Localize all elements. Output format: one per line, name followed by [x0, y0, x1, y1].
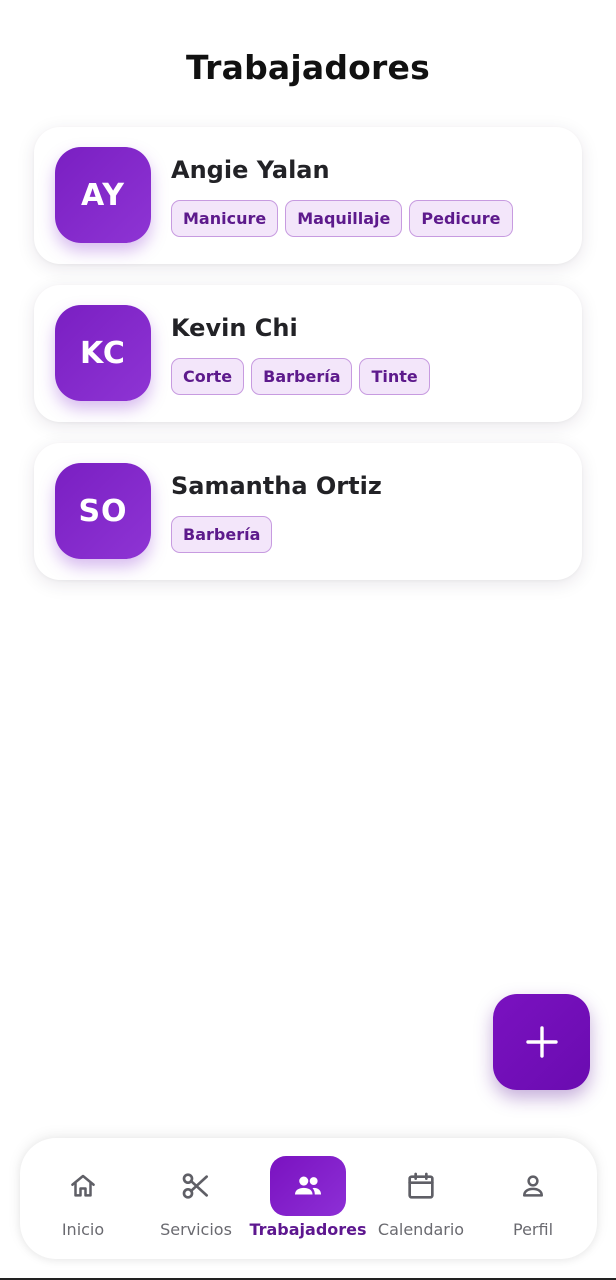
nav-item-servicios[interactable]: Servicios [138, 1156, 254, 1246]
nav-item-calendario[interactable]: Calendario [363, 1156, 479, 1246]
service-tag: Barbería [251, 358, 353, 395]
nav-label: Inicio [61, 1220, 105, 1239]
nav-label: Servicios [160, 1220, 232, 1239]
tag-row: Corte Barbería Tinte [171, 358, 430, 395]
service-tag: Tinte [359, 358, 430, 395]
plus-icon [525, 1026, 558, 1058]
nav-item-perfil[interactable]: Perfil [475, 1156, 591, 1246]
add-worker-button[interactable] [493, 994, 590, 1090]
worker-name: Samantha Ortiz [171, 472, 382, 500]
home-icon [71, 1174, 95, 1197]
calendar-icon [408, 1172, 434, 1199]
avatar: AY [55, 147, 151, 243]
service-tag: Corte [171, 358, 245, 395]
service-tag: Maquillaje [285, 200, 403, 237]
worker-card[interactable]: KC Kevin Chi Corte Barbería Tinte [34, 285, 582, 422]
worker-name: Kevin Chi [171, 314, 298, 342]
worker-name: Angie Yalan [171, 156, 330, 184]
service-tag: Pedicure [409, 200, 513, 237]
tag-row: Manicure Maquillaje Pedicure [171, 200, 513, 237]
nav-label: Calendario [377, 1220, 465, 1239]
service-tag: Barbería [171, 516, 273, 553]
worker-card[interactable]: SO Samantha Ortiz Barbería [34, 443, 582, 580]
scissors-icon [182, 1173, 208, 1199]
people-icon [294, 1176, 322, 1195]
nav-label: Trabajadores [249, 1220, 367, 1239]
person-icon [523, 1175, 543, 1197]
worker-card[interactable]: AY Angie Yalan Manicure Maquillaje Pedic… [34, 127, 582, 264]
service-tag: Manicure [171, 200, 279, 237]
nav-item-trabajadores[interactable]: Trabajadores [249, 1156, 367, 1246]
avatar: KC [55, 305, 151, 401]
bottom-nav: Inicio Servicios Trabajadores Calendario… [20, 1138, 597, 1259]
tag-row: Barbería [171, 516, 273, 553]
page-title: Trabajadores [186, 48, 430, 87]
nav-label: Perfil [512, 1220, 554, 1239]
avatar: SO [55, 463, 151, 559]
nav-item-inicio[interactable]: Inicio [25, 1156, 141, 1246]
worker-list: AY Angie Yalan Manicure Maquillaje Pedic… [34, 127, 582, 601]
nav-active-indicator [270, 1156, 346, 1216]
